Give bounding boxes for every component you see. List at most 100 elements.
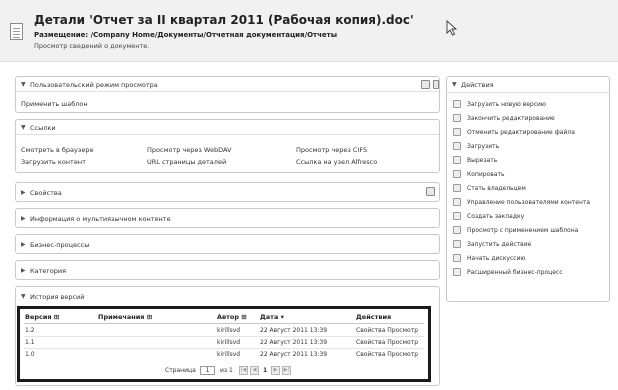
collapsed-arrow-icon: ▶ [21,241,26,248]
cancel-edit-icon [453,128,461,136]
version-actions[interactable]: Свойства Просмотр [356,339,418,346]
bookmark-icon [453,212,461,220]
version-number[interactable]: 1.2 [25,327,35,334]
workflows-title: Бизнес-процессы [30,241,90,249]
action-upload-new-version[interactable]: Загрузить новую версию [467,101,546,108]
view-cifs-link[interactable]: Просмотр через CIFS [296,146,367,154]
expanded-arrow-icon: ▼ [452,81,457,88]
advanced-workflow-icon [453,268,461,276]
alfresco-node-link[interactable]: Ссылка на узел Alfresco [296,158,377,166]
multilingual-panel: ▶ Информация о мультиязычном контенте [15,208,440,228]
view-mode-panel: ▼ Пользовательский режим просмотра Приме… [15,76,440,113]
version-date: 22 Август 2011 13:39 [260,327,328,334]
actions-title: Действия [461,81,494,89]
take-ownership-icon [453,184,461,192]
version-history-panel-header[interactable]: ▼ История версий [16,287,439,305]
document-icon [10,23,23,40]
finish-edit-icon [453,114,461,122]
pager-total: из 1 [220,367,233,374]
col-notes[interactable]: Примечания ⊞ [98,313,152,321]
view-webdav-link[interactable]: Просмотр через WebDAV [147,146,231,154]
next-page-button[interactable]: ▶ [271,366,280,375]
collapsed-arrow-icon: ▶ [21,215,26,222]
links-title: Ссылки [30,124,56,132]
first-page-button[interactable]: |◀ [239,366,248,375]
version-actions[interactable]: Свойства Просмотр [356,327,418,334]
view-in-browser-link[interactable]: Смотреть в браузере [21,146,93,154]
view-mode-panel-header[interactable]: ▼ Пользовательский режим просмотра [16,77,439,92]
version-history-table: Версия ⊞ Примечания ⊞ Автор ⊞ Дата ▾ Дей… [17,306,431,382]
actions-panel-header[interactable]: ▼ Действия [447,77,609,93]
prev-page-button[interactable]: ◀ [250,366,259,375]
version-number[interactable]: 1.1 [25,339,35,346]
col-date[interactable]: Дата ▾ [260,313,284,321]
version-author: kirillsvd [217,339,241,346]
links-panel-header[interactable]: ▼ Ссылки [16,120,439,135]
action-finish-editing[interactable]: Закончить редактирование [467,115,555,122]
action-cut[interactable]: Вырезать [467,157,497,164]
collapsed-arrow-icon: ▶ [21,189,26,196]
last-page-button[interactable]: ▶| [282,366,291,375]
action-start-discussion[interactable]: Начать дискуссию [467,255,525,262]
action-download[interactable]: Загрузить [467,143,499,150]
expanded-arrow-icon: ▼ [21,124,26,131]
upload-version-icon [453,100,461,108]
version-number[interactable]: 1.0 [25,351,35,358]
copy-icon [453,170,461,178]
download-content-link[interactable]: Загрузить контент [21,158,86,166]
manage-users-icon [453,198,461,206]
multilingual-title: Информация о мультиязычном контенте [30,215,171,223]
template-icon[interactable] [421,80,430,89]
properties-panel-header[interactable]: ▶ Свойства [16,183,439,201]
links-panel: ▼ Ссылки Смотреть в браузере Просмотр че… [15,119,440,173]
edit-properties-icon[interactable] [426,187,435,196]
pager-current: 1 [263,367,268,374]
version-date: 22 Август 2011 13:39 [260,339,328,346]
scissors-icon [453,156,461,164]
version-history-title: История версий [30,293,85,301]
details-url-link[interactable]: URL страницы деталей [147,158,226,166]
mouse-pointer-icon [446,20,458,36]
col-version[interactable]: Версия ⊞ [25,313,59,321]
action-create-bookmark[interactable]: Создать закладку [467,213,524,220]
col-actions: Действия [356,313,392,321]
action-run-action[interactable]: Запустить действие [467,241,531,248]
col-author[interactable]: Автор ⊞ [217,313,247,321]
expanded-arrow-icon: ▼ [21,81,26,88]
page-title: Детали 'Отчет за II квартал 2011 (Рабоча… [34,13,414,27]
page-subtitle: Просмотр сведений о документе. [34,42,150,50]
row-divider [24,336,424,337]
action-take-ownership[interactable]: Стать владельцем [467,185,526,192]
row-divider [24,348,424,349]
version-date: 22 Август 2011 13:39 [260,351,328,358]
version-author: kirillsvd [217,327,241,334]
delete-icon[interactable] [433,80,439,89]
version-actions[interactable]: Свойства Просмотр [356,351,418,358]
header-divider [24,323,424,324]
page-header: Детали 'Отчет за II квартал 2011 (Рабоча… [0,0,618,62]
action-view-with-template[interactable]: Просмотр с применением шаблона [467,227,578,234]
action-advanced-workflow[interactable]: Расширенный бизнес-процесс [467,269,563,276]
collapsed-arrow-icon: ▶ [21,267,26,274]
view-mode-title: Пользовательский режим просмотра [30,81,158,89]
download-icon [453,142,461,150]
location-path: Размещение: /Company Home/Документы/Отче… [34,31,338,39]
multilingual-panel-header[interactable]: ▶ Информация о мультиязычном контенте [16,209,439,227]
workflows-panel: ▶ Бизнес-процессы [15,234,440,254]
template-view-icon [453,226,461,234]
action-cancel-editing[interactable]: Отменить редактирование файла [467,129,575,136]
run-action-icon [453,240,461,248]
pager-page-input[interactable]: 1 [200,366,215,375]
categories-panel: ▶ Категория [15,260,440,280]
categories-panel-header[interactable]: ▶ Категория [16,261,439,279]
actions-panel: ▼ Действия Загрузить новую версию Законч… [446,76,610,302]
version-author: kirillsvd [217,351,241,358]
properties-panel: ▶ Свойства [15,182,440,202]
action-manage-users[interactable]: Управление пользователями контента [467,199,590,206]
discussion-icon [453,254,461,262]
pager-label: Страница [165,367,196,374]
apply-template-link[interactable]: Применить шаблон [21,100,88,108]
action-copy[interactable]: Копировать [467,171,504,178]
workflows-panel-header[interactable]: ▶ Бизнес-процессы [16,235,439,253]
categories-title: Категория [30,267,67,275]
